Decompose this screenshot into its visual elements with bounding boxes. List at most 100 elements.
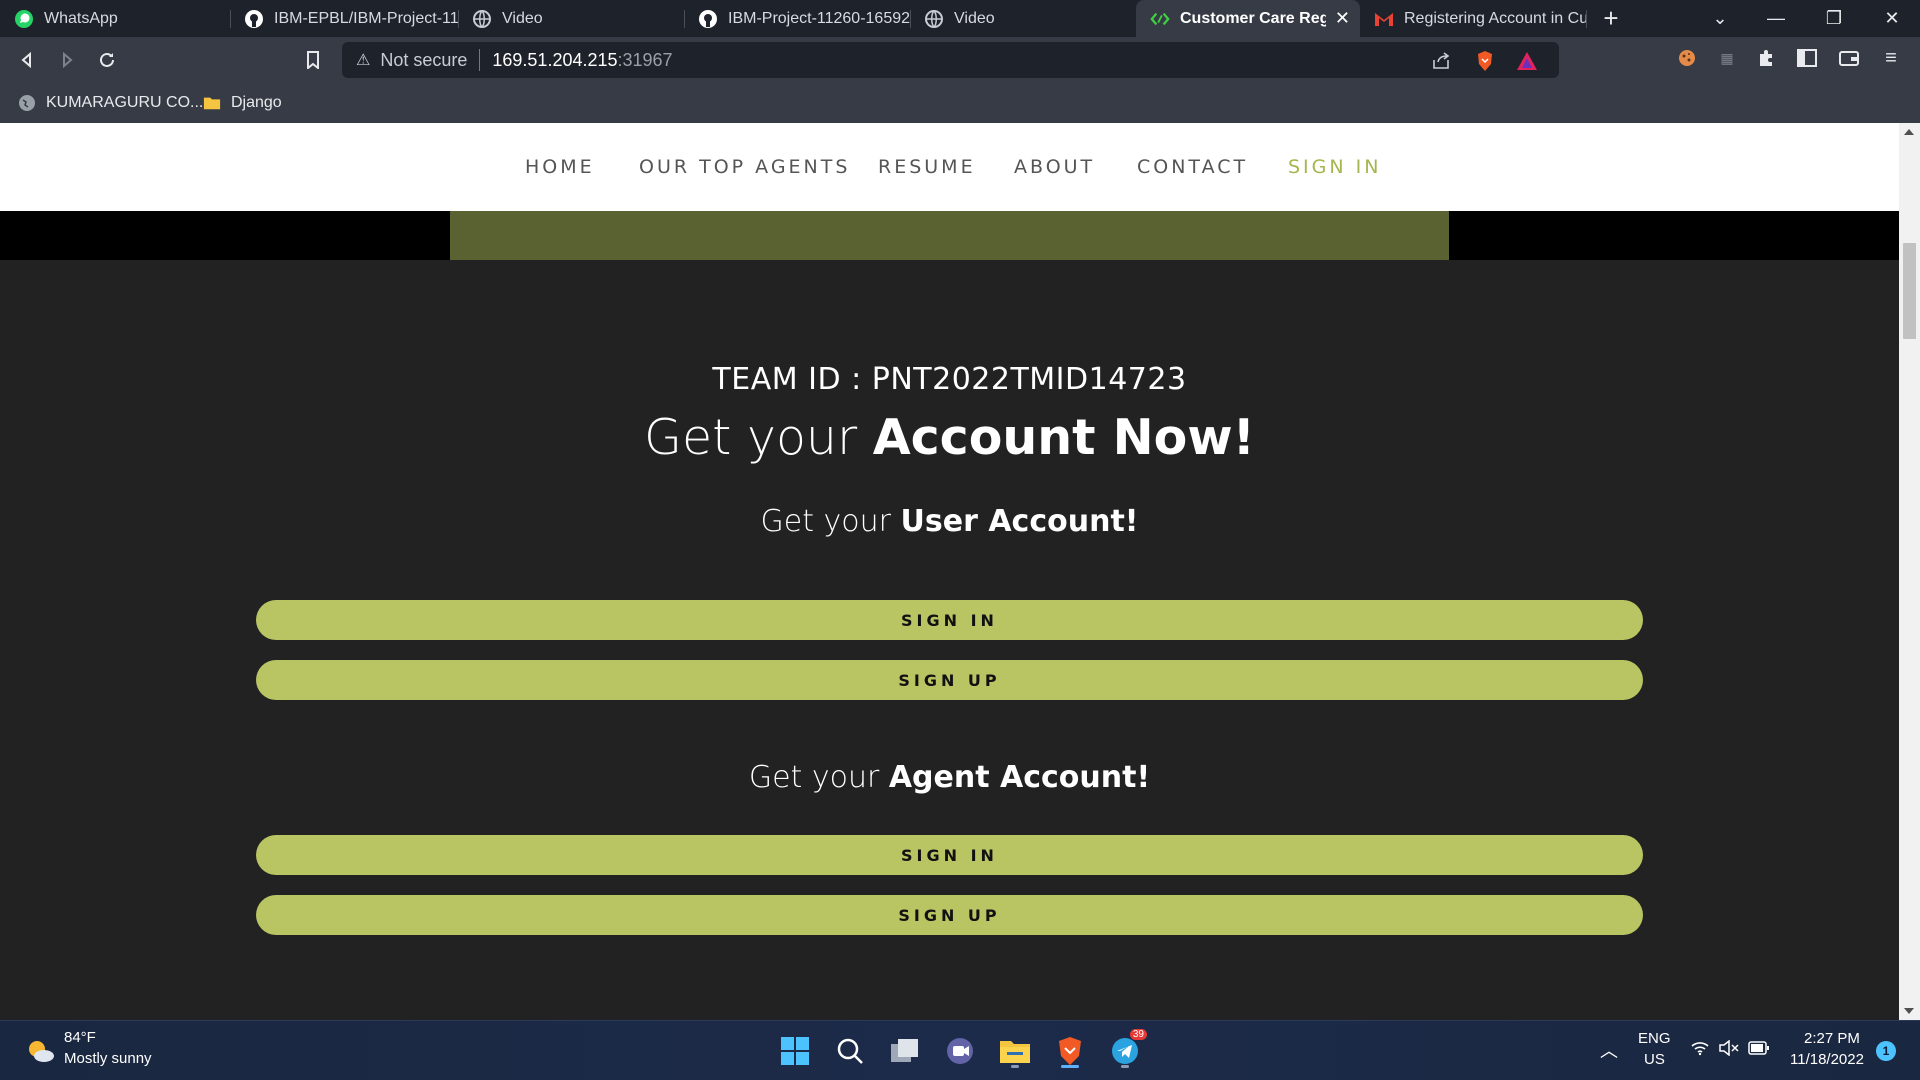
globe-icon (924, 9, 944, 29)
scroll-up-icon[interactable] (1904, 129, 1914, 135)
clock-date[interactable]: 11/18/2022 (1790, 1051, 1864, 1068)
user-sign-in-button[interactable]: SIGN IN (256, 600, 1643, 640)
teams-chat-icon[interactable] (940, 1031, 980, 1071)
brave-browser-icon[interactable] (1050, 1031, 1090, 1071)
agent-heading-bold: Agent Account! (888, 760, 1151, 795)
agent-account-heading: Get your Agent Account! (0, 760, 1899, 795)
brave-shields-icon[interactable] (1472, 48, 1498, 74)
new-tab-icon[interactable]: + (1586, 0, 1636, 37)
agent-sign-up-button[interactable]: SIGN UP (256, 895, 1643, 935)
bookmark-django[interactable]: Django (203, 91, 282, 115)
bookmark-label: Django (231, 94, 282, 111)
extension-disabled-icon[interactable]: ▦ (1714, 45, 1740, 71)
folder-icon (203, 94, 221, 112)
user-account-heading: Get your User Account! (0, 504, 1899, 539)
globe-icon (472, 9, 492, 29)
code-icon (1150, 9, 1170, 29)
nav-top-agents[interactable]: OUR TOP AGENTS (639, 156, 850, 178)
tab-title: WhatsApp (44, 9, 118, 27)
language-code[interactable]: ENG (1638, 1030, 1671, 1047)
brave-rewards-icon[interactable] (1514, 48, 1540, 74)
cookie-extension-icon[interactable] (1674, 45, 1700, 71)
warning-icon[interactable]: ⚠ (356, 50, 370, 70)
gmail-icon (1374, 9, 1394, 29)
bookmark-label: KUMARAGURU CO... (46, 94, 204, 111)
wallet-icon[interactable] (1836, 45, 1862, 71)
search-icon[interactable] (830, 1031, 870, 1071)
back-icon[interactable] (12, 45, 42, 75)
tab-search-chevron-icon[interactable]: ⌄ (1692, 0, 1748, 37)
extensions-puzzle-icon[interactable] (1754, 45, 1780, 71)
tab-github-epbl[interactable]: IBM-EPBL/IBM-Project-112 (230, 0, 458, 37)
telegram-badge: 39 (1129, 1029, 1147, 1040)
tab-video-2[interactable]: Video (910, 0, 1136, 37)
browser-tab-bar: WhatsApp IBM-EPBL/IBM-Project-112 Video … (0, 0, 1920, 37)
reload-icon[interactable] (92, 45, 122, 75)
battery-icon[interactable] (1748, 1041, 1770, 1059)
page-headline: Get your Account Now! (0, 409, 1899, 466)
weather-temp[interactable]: 84°F (64, 1029, 96, 1046)
tab-title: IBM-Project-11260-165928 (728, 9, 910, 27)
nav-about[interactable]: ABOUT (1014, 156, 1095, 178)
whatsapp-icon (14, 9, 34, 29)
browser-toolbar: ⚠ Not secure 169.51.204.215:31967 ▦ ≡ (0, 37, 1920, 83)
tab-github-project[interactable]: IBM-Project-11260-165928 (684, 0, 910, 37)
tab-title: Video (954, 9, 995, 27)
close-tab-icon[interactable]: ✕ (1335, 8, 1350, 29)
minimize-icon[interactable]: — (1748, 0, 1804, 37)
language-region[interactable]: US (1644, 1051, 1665, 1068)
bookmark-icon[interactable] (298, 45, 328, 75)
weather-icon[interactable] (20, 1031, 60, 1071)
security-label[interactable]: Not secure (380, 50, 467, 71)
headline-bold: Account Now! (872, 409, 1255, 466)
restore-icon[interactable]: ❐ (1806, 0, 1862, 37)
nav-sign-in[interactable]: SIGN IN (1288, 156, 1381, 178)
tab-gmail[interactable]: Registering Account in Cus (1360, 0, 1586, 37)
notification-badge[interactable]: 1 (1876, 1041, 1896, 1061)
tab-title: Video (502, 9, 543, 27)
tab-whatsapp[interactable]: WhatsApp (0, 0, 230, 37)
site-navigation: HOME OUR TOP AGENTS RESUME ABOUT CONTACT… (0, 123, 1899, 211)
sidebar-icon[interactable] (1794, 45, 1820, 71)
headline-light: Get your (644, 409, 873, 466)
wifi-icon[interactable] (1690, 1040, 1710, 1060)
bookmark-kumaraguru[interactable]: KUMARAGURU CO... (18, 91, 203, 115)
team-id: TEAM ID : PNT2022TMID14723 (712, 362, 1187, 397)
share-icon[interactable] (1429, 48, 1455, 74)
weather-condition[interactable]: Mostly sunny (64, 1050, 152, 1067)
page-viewport: HOME OUR TOP AGENTS RESUME ABOUT CONTACT… (0, 123, 1920, 1020)
tab-video-1[interactable]: Video (458, 0, 684, 37)
url-port[interactable]: :31967 (618, 50, 673, 71)
user-heading-bold: User Account! (900, 504, 1139, 539)
forward-icon[interactable] (52, 45, 82, 75)
telegram-icon[interactable]: 39 (1105, 1029, 1147, 1071)
volume-muted-icon[interactable] (1718, 1039, 1740, 1060)
windows-taskbar: 84°F Mostly sunny 39 ︿ ENG US 2:27 PM 11… (0, 1020, 1920, 1080)
github-icon (244, 9, 264, 29)
address-bar[interactable]: ⚠ Not secure 169.51.204.215:31967 (342, 42, 1559, 78)
scroll-down-icon[interactable] (1904, 1008, 1914, 1014)
bookmarks-bar: KUMARAGURU CO... Django (0, 83, 1920, 123)
nav-contact[interactable]: CONTACT (1137, 156, 1248, 178)
hero-banner-strip (0, 211, 1899, 260)
user-sign-up-button[interactable]: SIGN UP (256, 660, 1643, 700)
tab-customer-care-active[interactable]: Customer Care Registr ✕ (1136, 0, 1360, 37)
agent-heading-light: Get your (748, 760, 889, 795)
show-hidden-icons-chevron[interactable]: ︿ (1600, 1037, 1618, 1063)
agent-sign-in-button[interactable]: SIGN IN (256, 835, 1643, 875)
page-scrollbar[interactable] (1899, 123, 1920, 1020)
globe-icon (18, 94, 36, 112)
close-window-icon[interactable]: ✕ (1864, 0, 1920, 37)
url-host[interactable]: 169.51.204.215 (492, 50, 617, 71)
nav-resume[interactable]: RESUME (878, 156, 976, 178)
hero-banner-image (450, 211, 1449, 260)
file-explorer-icon[interactable] (995, 1031, 1035, 1071)
windows-start-icon[interactable] (775, 1031, 815, 1071)
scrollbar-thumb[interactable] (1903, 243, 1916, 339)
menu-icon[interactable]: ≡ (1878, 45, 1904, 71)
tab-title: IBM-EPBL/IBM-Project-112 (274, 9, 458, 27)
clock-time[interactable]: 2:27 PM (1804, 1030, 1860, 1047)
nav-home[interactable]: HOME (525, 156, 595, 178)
task-view-icon[interactable] (885, 1031, 925, 1071)
tab-title: Registering Account in Cus (1404, 9, 1586, 27)
